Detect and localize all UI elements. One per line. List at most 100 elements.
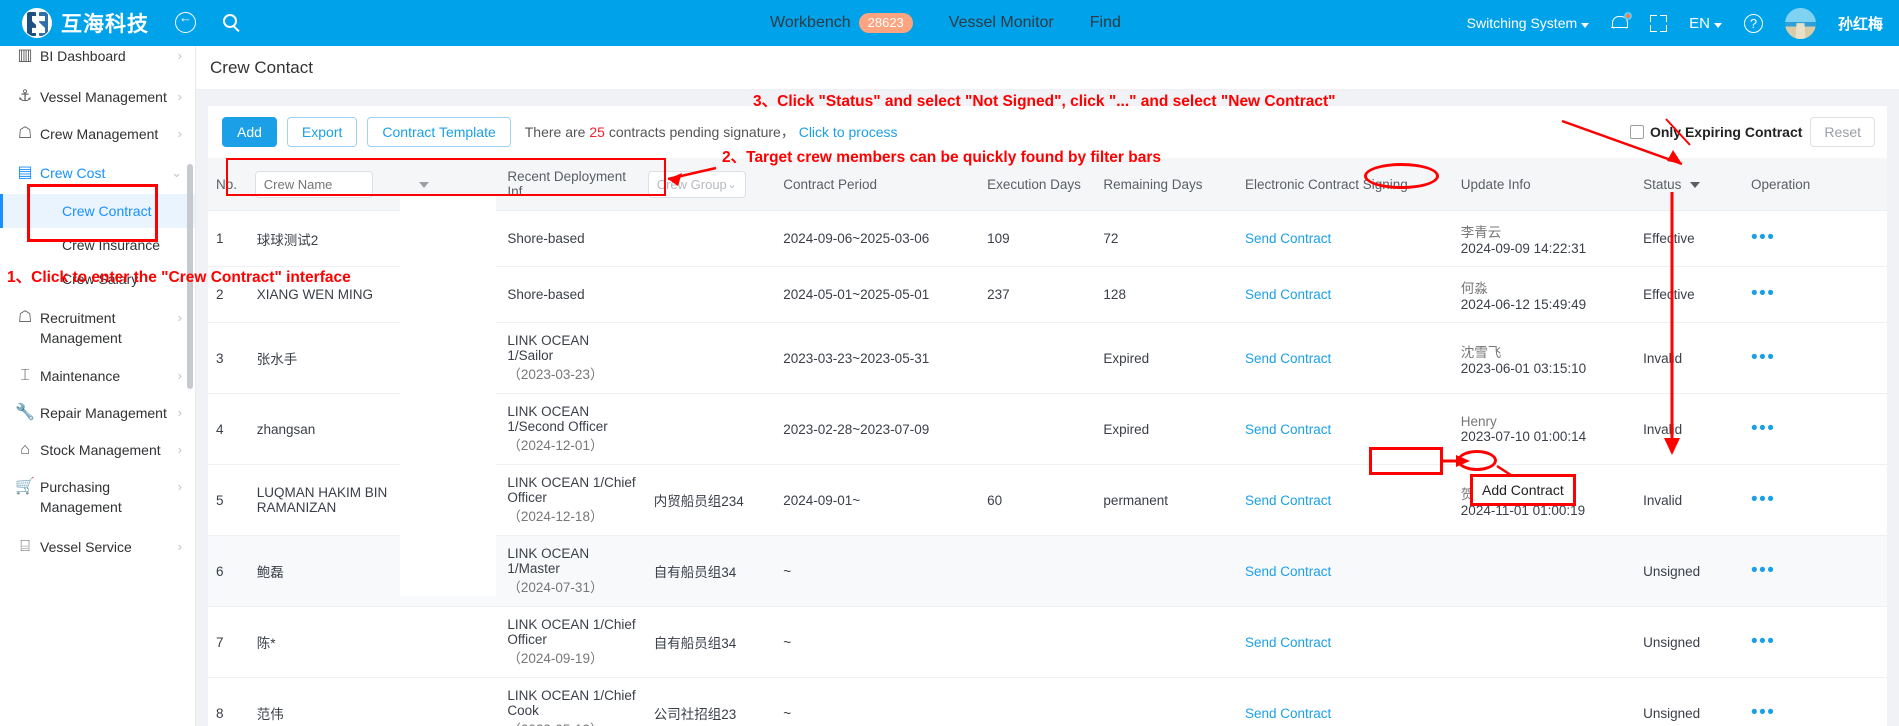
cell-update-info xyxy=(1452,677,1636,726)
reset-button[interactable]: Reset xyxy=(1810,117,1875,147)
only-expiring-contract-checkbox[interactable] xyxy=(1629,125,1644,139)
cell-crew-name: LUQMAN HAKIM BIN RAMANIZAN xyxy=(248,464,411,536)
sidebar-item-bi-dashboard[interactable]: ▥ BI Dashboard › xyxy=(0,46,195,73)
cell-operation[interactable]: ••• xyxy=(1743,464,1887,536)
nav-find[interactable]: Find xyxy=(1090,14,1121,32)
send-contract-link[interactable]: Send Contract xyxy=(1245,351,1331,366)
nav-vessel-monitor[interactable]: Vessel Monitor xyxy=(949,14,1054,32)
sidebar-item-crew-insurance[interactable]: Crew Insurance xyxy=(0,228,195,262)
add-button[interactable]: Add xyxy=(222,117,277,147)
table-row[interactable]: 1 球球测试2 Officer Shore-based 2024-09-06~2025-… xyxy=(208,210,1887,267)
main-content: Crew Contact Add Export Contract Templat… xyxy=(196,46,1899,726)
row-more-actions-button[interactable]: ••• xyxy=(1751,702,1775,723)
row-more-actions-button[interactable]: ••• xyxy=(1751,227,1775,248)
help-icon[interactable]: ? xyxy=(1743,13,1763,33)
table-row[interactable]: 3 张水手 LINK OCEAN 1/Sailor （2023-03-23） 2023-… xyxy=(208,322,1887,394)
cell-electronic-contract-signing[interactable]: Send Contract xyxy=(1236,606,1453,678)
fullscreen-icon[interactable] xyxy=(1650,14,1668,32)
cell-contract-period: 2024-05-01~2025-05-01 xyxy=(775,266,980,323)
sidebar-item-vessel-management[interactable]: ⚓ Vessel Management › xyxy=(0,73,195,110)
row-more-actions-button[interactable]: ••• xyxy=(1751,631,1775,652)
bell-icon[interactable] xyxy=(1611,11,1633,33)
cell-electronic-contract-signing[interactable]: Send Contract xyxy=(1236,322,1453,394)
table-row[interactable]: 5 LUQMAN HAKIM BIN RAMANIZAN d Officer LINK… xyxy=(208,464,1887,536)
cell-contract-period: ~ xyxy=(775,677,980,726)
export-button[interactable]: Export xyxy=(286,117,358,147)
avatar[interactable] xyxy=(1784,7,1816,39)
cell-electronic-contract-signing[interactable]: Send Contract xyxy=(1236,677,1453,726)
cell-electronic-contract-signing[interactable]: Send Contract xyxy=(1236,266,1453,323)
send-contract-link[interactable]: Send Contract xyxy=(1245,287,1331,302)
cell-crew-name: XIANG WEN MING xyxy=(248,266,411,323)
table-row[interactable]: 4 zhangsan r LINK OCEAN 1/Second Officer （20… xyxy=(208,393,1887,465)
cell-electronic-contract-signing[interactable]: Send Contract xyxy=(1236,393,1453,465)
cell-crew-group: 自有船员组34 xyxy=(645,606,776,678)
table-row[interactable]: 8范伟LINK OCEAN 1/Chief Cook（2023-05-13）公司… xyxy=(208,677,1887,726)
cell-contract-period: 2024-09-06~2025-03-06 xyxy=(775,210,980,267)
crew-contract-table: No. Recent Deployment Inf… Crew Group ⌄ xyxy=(208,158,1887,726)
cell-recent-deployment: LINK OCEAN 1/Chief Officer （2024-09-19） xyxy=(499,606,646,678)
cell-status: Invalid xyxy=(1635,322,1743,394)
sidebar-item-crew-management[interactable]: ☖ Crew Management › xyxy=(0,110,195,147)
row-more-actions-button[interactable]: ••• xyxy=(1751,489,1775,510)
cell-electronic-contract-signing[interactable]: Send Contract xyxy=(1236,535,1453,607)
table-row[interactable]: 7 陈* LINK OCEAN 1/Chief Officer （2024-09-19… xyxy=(208,606,1887,678)
crew-name-sort-icon[interactable] xyxy=(418,181,429,188)
language-label: EN xyxy=(1689,14,1710,32)
cell-operation[interactable]: ••• xyxy=(1743,606,1887,678)
col-status[interactable]: Status xyxy=(1635,158,1743,211)
col-operation: Operation xyxy=(1743,158,1887,211)
cell-operation[interactable]: ••• xyxy=(1743,210,1887,267)
cell-electronic-contract-signing[interactable]: Send Contract xyxy=(1236,464,1453,536)
contract-template-button[interactable]: Contract Template xyxy=(367,117,511,147)
sidebar-item-crew-salary[interactable]: Crew Salary › xyxy=(0,262,195,296)
send-contract-link[interactable]: Send Contract xyxy=(1245,564,1331,579)
add-contract-menu-item[interactable]: Add Contract xyxy=(1470,474,1576,506)
crew-group-filter-select[interactable]: Crew Group ⌄ xyxy=(647,170,746,198)
send-contract-link[interactable]: Send Contract xyxy=(1245,422,1331,437)
sidebar-item-stock-management[interactable]: ⌂ Stock Management › xyxy=(0,423,195,460)
search-icon[interactable] xyxy=(223,12,245,34)
sidebar-item-repair-management[interactable]: 🔧 Repair Management › xyxy=(0,386,195,423)
cell-operation[interactable]: ••• xyxy=(1743,535,1887,607)
table-row[interactable]: 2 XIANG WEN MING Officer Shore-based 2024-05… xyxy=(208,266,1887,323)
table-row[interactable]: 6 鲍磊 LINK OCEAN 1/Master （2024-07-31） 自有船员组3… xyxy=(208,535,1887,607)
cell-electronic-contract-signing[interactable]: Send Contract xyxy=(1236,210,1453,267)
row-more-actions-button[interactable]: ••• xyxy=(1751,560,1775,581)
row-more-actions-button[interactable]: ••• xyxy=(1751,347,1775,368)
cell-status: Unsigned xyxy=(1635,677,1743,726)
sidebar-item-vessel-service[interactable]: ⌸ Vessel Service › xyxy=(0,517,195,557)
click-to-process-link[interactable]: Click to process xyxy=(799,124,898,140)
crew-name-filter-input[interactable] xyxy=(254,170,373,198)
cell-operation[interactable]: ••• xyxy=(1743,393,1887,465)
cell-operation[interactable]: ••• xyxy=(1743,677,1887,726)
user-name[interactable]: 孙红梅 xyxy=(1838,13,1883,34)
notification-dot xyxy=(1624,11,1633,20)
row-more-actions-button[interactable]: ••• xyxy=(1751,283,1775,304)
language-switcher[interactable]: EN xyxy=(1689,15,1722,32)
deployment-date: （2024-07-31） xyxy=(507,580,604,595)
chevron-right-icon: › xyxy=(177,126,182,141)
send-contract-link[interactable]: Send Contract xyxy=(1245,231,1331,246)
sidebar-item-recruitment-management[interactable]: ☖ Recruitment Management › xyxy=(0,296,195,348)
brand-logo[interactable]: 互海科技 xyxy=(22,8,149,38)
send-contract-link[interactable]: Send Contract xyxy=(1245,706,1331,721)
switching-system-button[interactable]: Switching System xyxy=(1467,15,1590,31)
nav-workbench[interactable]: Workbench 28623 xyxy=(770,13,913,33)
sidebar-item-maintenance[interactable]: ⌶ Maintenance › xyxy=(0,348,195,386)
row-more-actions-button[interactable]: ••• xyxy=(1751,418,1775,439)
sidebar-item-crew-cost[interactable]: ▤ Crew Cost ⌄ xyxy=(0,147,195,184)
status-sort-icon[interactable] xyxy=(1690,181,1701,188)
sidebar-item-label: BI Dashboard xyxy=(40,48,126,64)
send-contract-link[interactable]: Send Contract xyxy=(1245,635,1331,650)
sidebar-scrollbar[interactable] xyxy=(187,164,193,389)
cell-operation[interactable]: ••• xyxy=(1743,322,1887,394)
chevron-right-icon: › xyxy=(177,89,182,104)
cell-operation[interactable]: ••• xyxy=(1743,266,1887,323)
send-contract-link[interactable]: Send Contract xyxy=(1245,493,1331,508)
back-circle-icon[interactable] xyxy=(175,10,197,34)
anchor-icon: ⚓ xyxy=(17,88,33,105)
sidebar-item-crew-contract[interactable]: Crew Contract xyxy=(0,194,195,228)
sidebar-item-label: Stock Management xyxy=(40,442,161,458)
sidebar-item-purchasing-management[interactable]: 🛒 Purchasing Management › xyxy=(0,460,195,517)
